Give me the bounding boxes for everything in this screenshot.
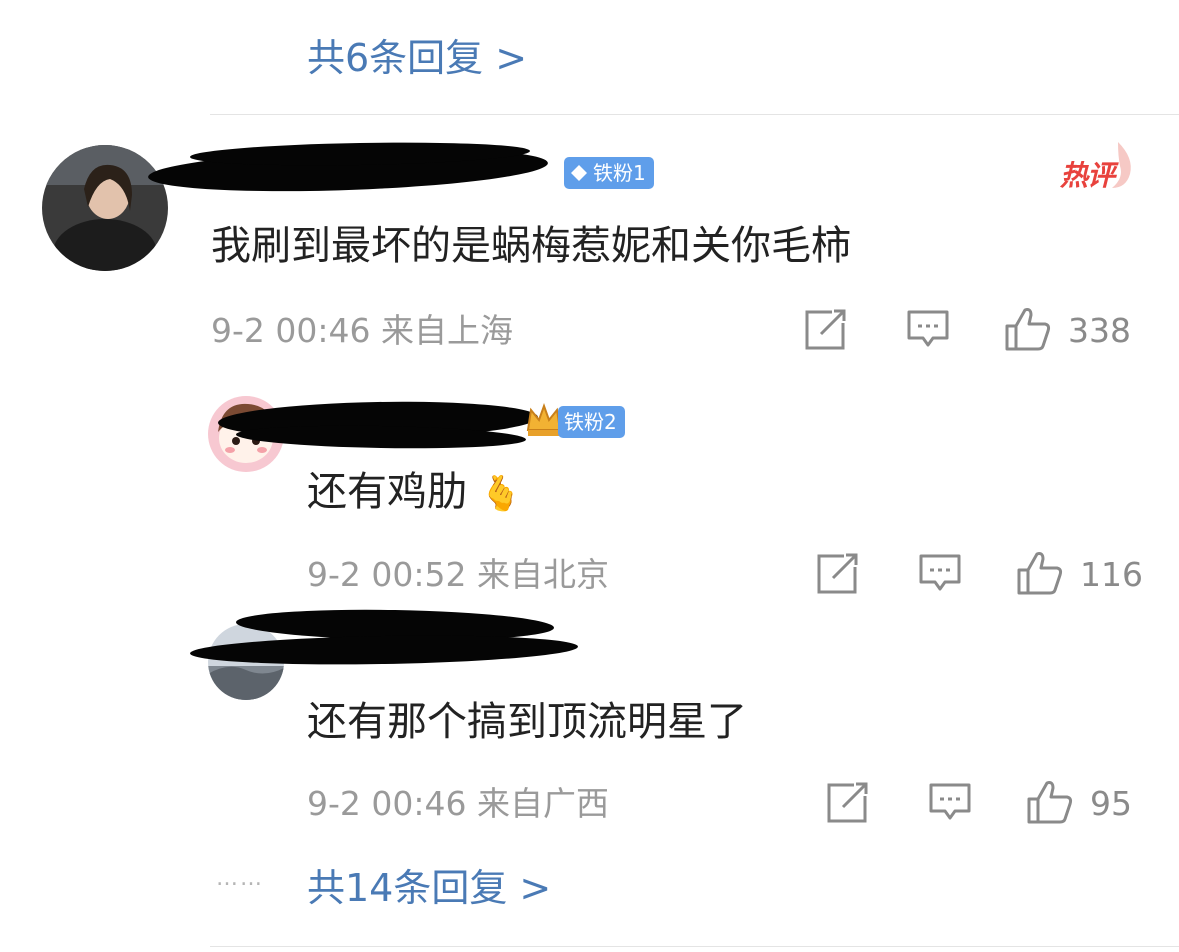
thread-dots: …… xyxy=(216,866,264,891)
share-icon[interactable] xyxy=(826,782,870,824)
like-count: 95 xyxy=(1090,784,1132,823)
comment-location: 来自北京 xyxy=(477,555,609,594)
comment-meta: 9-2 00:46 来自广西 xyxy=(307,784,609,824)
like-count: 116 xyxy=(1080,555,1143,594)
comment-time: 9-2 00:52 xyxy=(307,555,467,594)
reply-item: 铁粉2 还有鸡肋 🫰 9-2 00:52 来自北京 116 xyxy=(0,380,1179,610)
comment-text: 还有那个搞到顶流明星了 xyxy=(307,699,747,745)
fan-badge-label: 铁粉2 xyxy=(564,410,617,434)
comment-location: 来自广西 xyxy=(477,784,609,823)
diamond-icon xyxy=(570,164,588,182)
fan-badge-label: 铁粉1 xyxy=(593,161,646,185)
view-replies-link-bottom[interactable]: 共14条回复 > xyxy=(307,866,551,910)
fan-badge[interactable]: 铁粉2 xyxy=(558,406,625,438)
comment-location: 来自上海 xyxy=(381,311,513,350)
finger-heart-emoji: 🫰 xyxy=(479,474,523,514)
comment-icon[interactable] xyxy=(928,782,972,824)
comment-meta: 9-2 00:52 来自北京 xyxy=(307,555,609,595)
like-count: 338 xyxy=(1068,311,1131,350)
share-icon[interactable] xyxy=(816,553,860,595)
divider xyxy=(210,946,1179,947)
comment-time: 9-2 00:46 xyxy=(307,784,467,823)
share-icon[interactable] xyxy=(804,309,848,351)
avatar[interactable] xyxy=(42,145,168,271)
comment-item: 铁粉1 热评 我刷到最坏的是蜗梅惹妮和关你毛柿 9-2 00:46 来自上海 3… xyxy=(0,0,1179,380)
comment-icon[interactable] xyxy=(918,553,962,595)
like-icon[interactable] xyxy=(1026,779,1074,825)
reply-item: 还有那个搞到顶流明星了 9-2 00:46 来自广西 95 xyxy=(0,607,1179,842)
comment-text: 我刷到最坏的是蜗梅惹妮和关你毛柿 xyxy=(211,223,851,269)
comment-time: 9-2 00:46 xyxy=(211,311,371,350)
comment-meta: 9-2 00:46 来自上海 xyxy=(211,311,513,351)
fan-badge[interactable]: 铁粉1 xyxy=(564,157,654,189)
like-icon[interactable] xyxy=(1004,306,1052,352)
hot-comment-tag: 热评 xyxy=(1060,140,1140,192)
comment-icon[interactable] xyxy=(906,309,950,351)
comment-text: 还有鸡肋 🫰 xyxy=(307,469,523,515)
like-icon[interactable] xyxy=(1016,550,1064,596)
